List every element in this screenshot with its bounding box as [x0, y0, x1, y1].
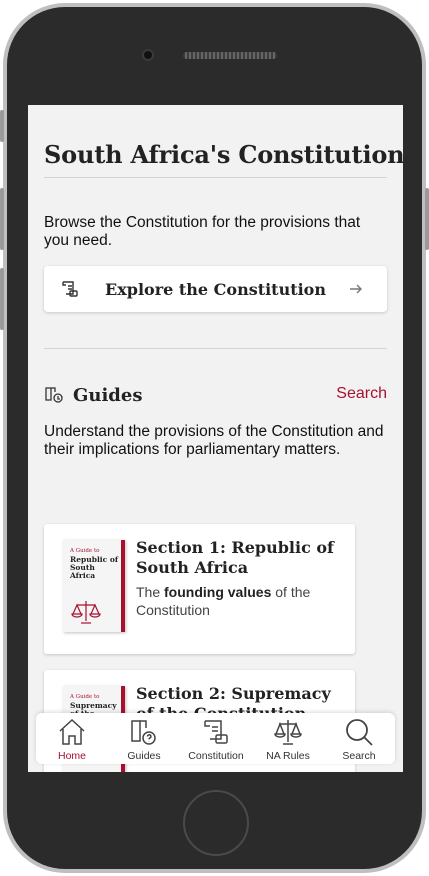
cover-spine	[121, 540, 125, 632]
hardware-home-button[interactable]	[183, 790, 249, 856]
volume-up-button	[0, 188, 4, 250]
guides-search-link[interactable]: Search	[336, 385, 387, 403]
tab-constitution-label: Constitution	[188, 750, 244, 762]
explore-constitution-label: Explore the Constitution	[105, 280, 326, 299]
cover-prefix: A Guide to	[70, 548, 100, 554]
tab-search-label: Search	[342, 750, 376, 762]
guide-card[interactable]: A Guide to Republic of South Africa Sect…	[44, 524, 355, 654]
tab-constitution[interactable]: Constitution	[180, 713, 252, 764]
guide-cover: A Guide to Republic of South Africa	[63, 540, 125, 632]
tab-search[interactable]: Search	[323, 713, 395, 764]
guide-description: The founding values of the Constitution	[136, 583, 336, 619]
earpiece-speaker	[183, 52, 277, 59]
tab-na-rules-label: NA Rules	[266, 750, 310, 762]
front-camera	[144, 51, 152, 59]
guides-header: Guides Search	[44, 383, 387, 407]
intro-text: Browse the Constitution for the provisio…	[44, 214, 361, 249]
cover-prefix: A Guide to	[70, 694, 100, 700]
guides-description: Understand the provisions of the Constit…	[44, 423, 384, 458]
tab-home[interactable]: Home	[36, 713, 108, 764]
guide-desc-pre: The	[136, 584, 165, 600]
cover-title: Republic of South Africa	[70, 555, 119, 580]
scales-of-justice-icon	[69, 598, 103, 631]
guide-desc-bold: founding values	[164, 584, 272, 600]
power-button	[425, 188, 429, 250]
page-title: South Africa's Constitution	[44, 140, 403, 169]
tab-guides[interactable]: Guides	[108, 713, 180, 764]
tab-na-rules[interactable]: NA Rules	[252, 713, 324, 764]
tab-guides-label: Guides	[127, 750, 161, 762]
section-divider	[44, 348, 387, 349]
silent-switch	[0, 110, 4, 142]
volume-down-button	[0, 268, 4, 330]
title-divider	[44, 177, 387, 178]
app-screen: South Africa's Constitution Browse the C…	[28, 105, 403, 772]
explore-constitution-button[interactable]: Explore the Constitution	[44, 266, 387, 312]
tab-home-label: Home	[57, 750, 86, 762]
guide-title: Section 1: Republic of South Africa	[136, 538, 334, 577]
guides-title: Guides	[73, 385, 143, 406]
arrow-right-icon	[349, 282, 363, 301]
guides-icon	[44, 385, 64, 410]
tab-bar: Home Guides Constitution NA Rules Search	[36, 713, 395, 764]
